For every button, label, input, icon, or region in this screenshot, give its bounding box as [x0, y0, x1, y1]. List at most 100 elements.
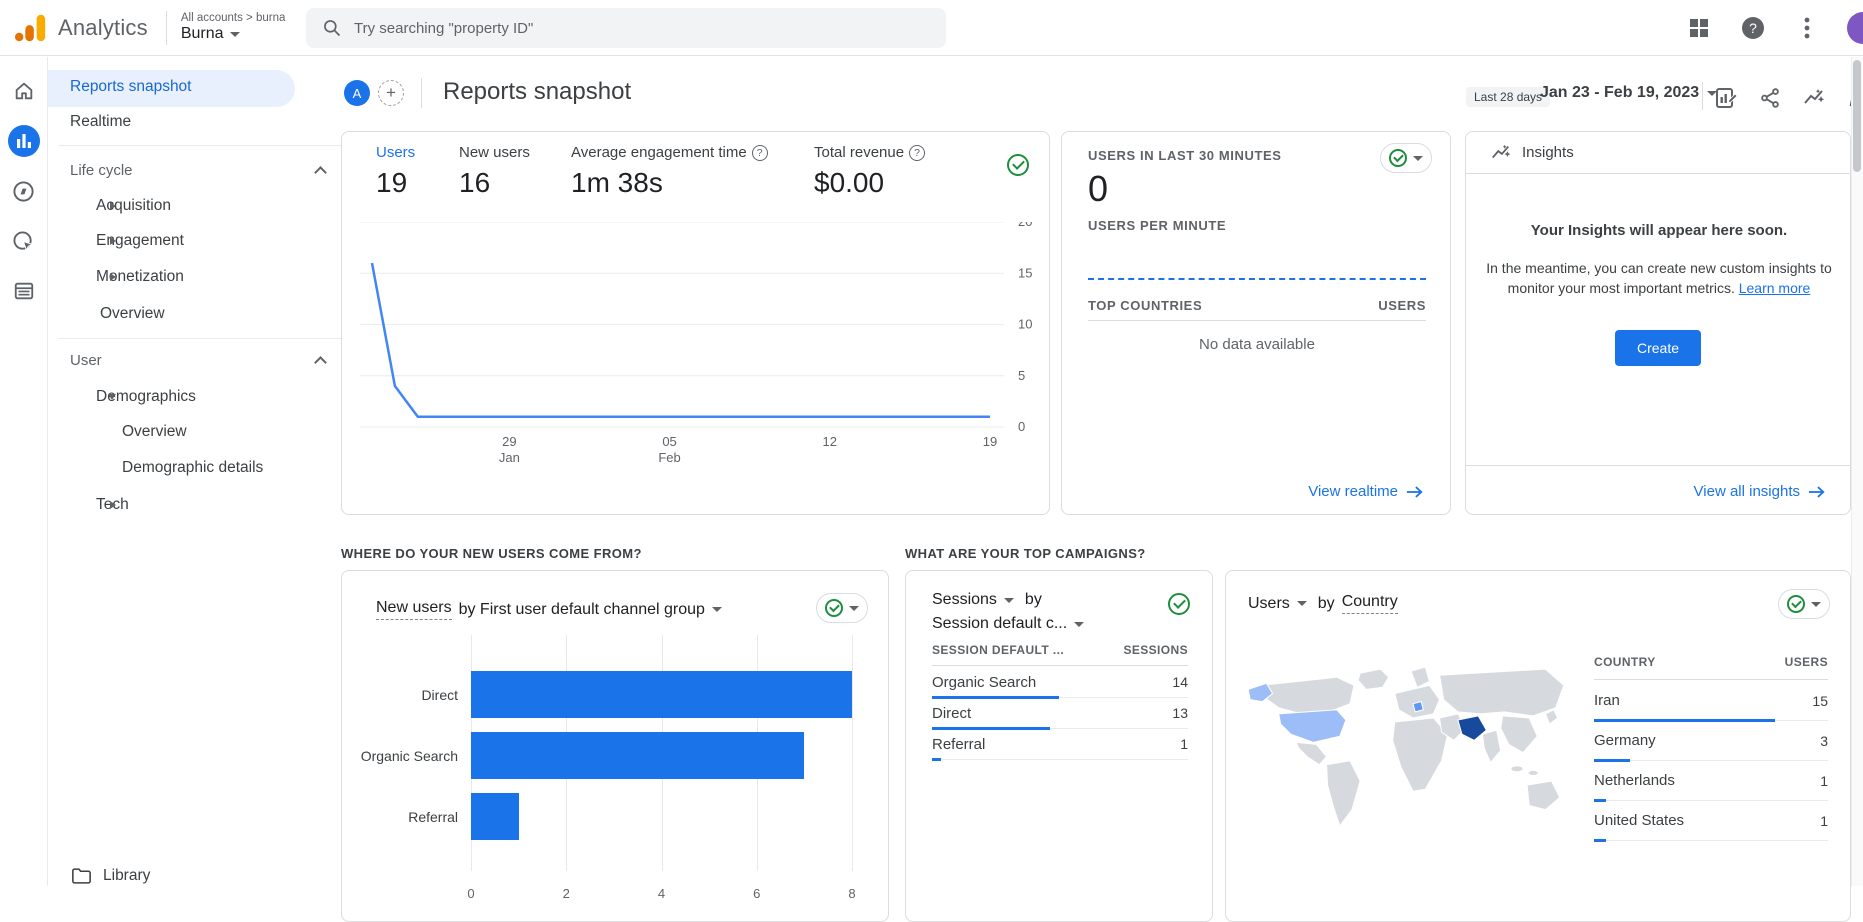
country-table-header: COUNTRYUSERS	[1594, 655, 1828, 669]
chevron-down-icon	[1004, 598, 1014, 603]
check-icon	[1389, 149, 1407, 167]
chevron-down-icon	[1413, 156, 1423, 161]
arrow-right-icon	[1808, 485, 1826, 499]
svg-text:05: 05	[662, 434, 676, 449]
metric-tab-users[interactable]: Users19	[376, 144, 415, 199]
vertical-scrollbar[interactable]	[1851, 57, 1863, 886]
help-tooltip-icon[interactable]: ?	[909, 145, 925, 161]
expand-arrow-icon	[110, 202, 116, 210]
metric-tab-total-revenue[interactable]: Total revenue? $0.00	[814, 144, 925, 199]
row-label: Organic Search	[932, 674, 1036, 691]
row-value: 14	[1172, 674, 1188, 690]
sessions-metric-selector[interactable]: Sessions by	[932, 591, 1042, 609]
channels-bar-chart: 02468	[471, 635, 852, 871]
table-divider	[1088, 320, 1426, 321]
advertising-icon[interactable]	[8, 225, 40, 257]
view-realtime-link[interactable]: View realtime	[1308, 483, 1424, 500]
report-nav: Reports snapshot Realtime Life cycle Acq…	[48, 57, 336, 886]
insights-sparkle-icon	[1490, 142, 1512, 164]
sidebar-item-demographics[interactable]: Demographics	[48, 379, 336, 415]
sidebar-item-engagement[interactable]: Engagement	[48, 223, 336, 259]
add-report-button[interactable]: +	[378, 80, 404, 106]
data-quality-check-icon[interactable]	[1168, 593, 1190, 615]
expand-arrow-icon	[110, 501, 116, 509]
topbar-divider	[166, 11, 167, 45]
chevron-down-icon	[1811, 602, 1821, 607]
table-divider	[1594, 679, 1828, 680]
analytics-logo[interactable]: Analytics	[0, 11, 148, 45]
row-data-bar	[932, 758, 941, 761]
table-row: Direct13	[932, 698, 1188, 729]
sidebar-item-reports-snapshot[interactable]: Reports snapshot	[48, 69, 336, 105]
report-avatar[interactable]: A	[344, 80, 370, 106]
share-icon[interactable]	[1756, 84, 1784, 112]
explore-icon[interactable]	[8, 175, 40, 207]
nav-section-user[interactable]: User	[48, 342, 336, 378]
create-insight-button[interactable]: Create	[1615, 330, 1701, 366]
country-quality-badge[interactable]	[1778, 589, 1830, 619]
sessions-dimension-selector[interactable]: Session default c...	[932, 615, 1084, 633]
reports-icon[interactable]	[8, 125, 40, 157]
empty-minute-bars	[1088, 278, 1426, 280]
kebab-menu-icon[interactable]	[1793, 14, 1821, 42]
insights-header: Insights	[1522, 144, 1574, 161]
chevron-up-icon	[314, 166, 327, 179]
row-value: 15	[1812, 693, 1828, 709]
svg-text:10: 10	[1018, 317, 1032, 332]
no-data-message: No data available	[1088, 336, 1426, 353]
learn-more-link[interactable]: Learn more	[1739, 280, 1811, 296]
row-label: Direct	[932, 705, 971, 722]
sidebar-item-monetization[interactable]: Monetization	[48, 259, 336, 295]
bar-category-label: Organic Search	[358, 748, 458, 764]
row-label: Referral	[932, 736, 985, 753]
sidebar-item-demographic-details[interactable]: Demographic details	[48, 450, 336, 486]
sidebar-item-library[interactable]: Library	[48, 858, 336, 894]
world-map	[1240, 633, 1576, 921]
user-avatar[interactable]	[1847, 12, 1863, 44]
sessions-table: Organic Search14Direct13Referral1	[932, 667, 1188, 760]
chevron-down-icon	[712, 607, 722, 612]
sidebar-item-tech[interactable]: Tech	[48, 487, 336, 523]
search-input[interactable]: Try searching "property ID"	[306, 8, 946, 48]
date-range-picker[interactable]: Jan 23 - Feb 19, 2023	[1540, 84, 1717, 102]
apps-grid-icon[interactable]	[1685, 14, 1713, 42]
admin-icon[interactable]	[8, 275, 40, 307]
insights-sparkle-icon[interactable]	[1800, 84, 1828, 112]
data-quality-check-icon[interactable]	[1007, 154, 1029, 176]
check-icon	[825, 599, 843, 617]
sidebar-item-demographics-overview[interactable]: Overview	[48, 414, 336, 450]
left-rail	[0, 57, 48, 886]
metric-tab-avg-engagement[interactable]: Average engagement time? 1m 38s	[571, 144, 768, 199]
footer-divider	[1466, 465, 1850, 466]
product-name: Analytics	[58, 15, 148, 41]
home-icon[interactable]	[8, 75, 40, 107]
realtime-title: USERS IN LAST 30 MINUTES	[1088, 148, 1282, 163]
breadcrumb: All accounts > burna	[181, 12, 286, 25]
scrollbar-thumb[interactable]	[1853, 60, 1861, 172]
axis-tick-label: 2	[563, 886, 570, 901]
country-card-title[interactable]: Users by Country	[1248, 593, 1398, 614]
channels-quality-badge[interactable]	[816, 593, 868, 623]
nav-section-life-cycle[interactable]: Life cycle	[48, 152, 336, 188]
view-all-insights-link[interactable]: View all insights	[1694, 483, 1826, 500]
realtime-users-value: 0	[1088, 168, 1108, 210]
channels-card-title[interactable]: New users by First user default channel …	[376, 599, 722, 620]
svg-text:Jan: Jan	[499, 450, 520, 465]
metric-tab-new-users[interactable]: New users16	[459, 144, 530, 199]
search-placeholder: Try searching "property ID"	[354, 20, 533, 37]
row-value: 1	[1820, 813, 1828, 829]
sidebar-item-acquisition[interactable]: Acquisition	[48, 188, 336, 224]
customize-report-icon[interactable]	[1712, 84, 1740, 112]
sidebar-item-realtime[interactable]: Realtime	[48, 104, 336, 140]
realtime-quality-badge[interactable]	[1380, 143, 1432, 173]
sidebar-item-overview[interactable]: Overview	[48, 296, 336, 332]
google-analytics-icon	[14, 11, 48, 45]
row-label: United States	[1594, 812, 1684, 829]
insights-card: Insights Your Insights will appear here …	[1465, 131, 1851, 515]
account-switcher[interactable]: All accounts > burna Burna	[181, 12, 286, 44]
chevron-down-icon	[230, 32, 240, 37]
help-icon[interactable]: ?	[1739, 14, 1767, 42]
expand-arrow-icon	[110, 273, 116, 281]
help-tooltip-icon[interactable]: ?	[752, 145, 768, 161]
chevron-up-icon	[314, 356, 327, 369]
